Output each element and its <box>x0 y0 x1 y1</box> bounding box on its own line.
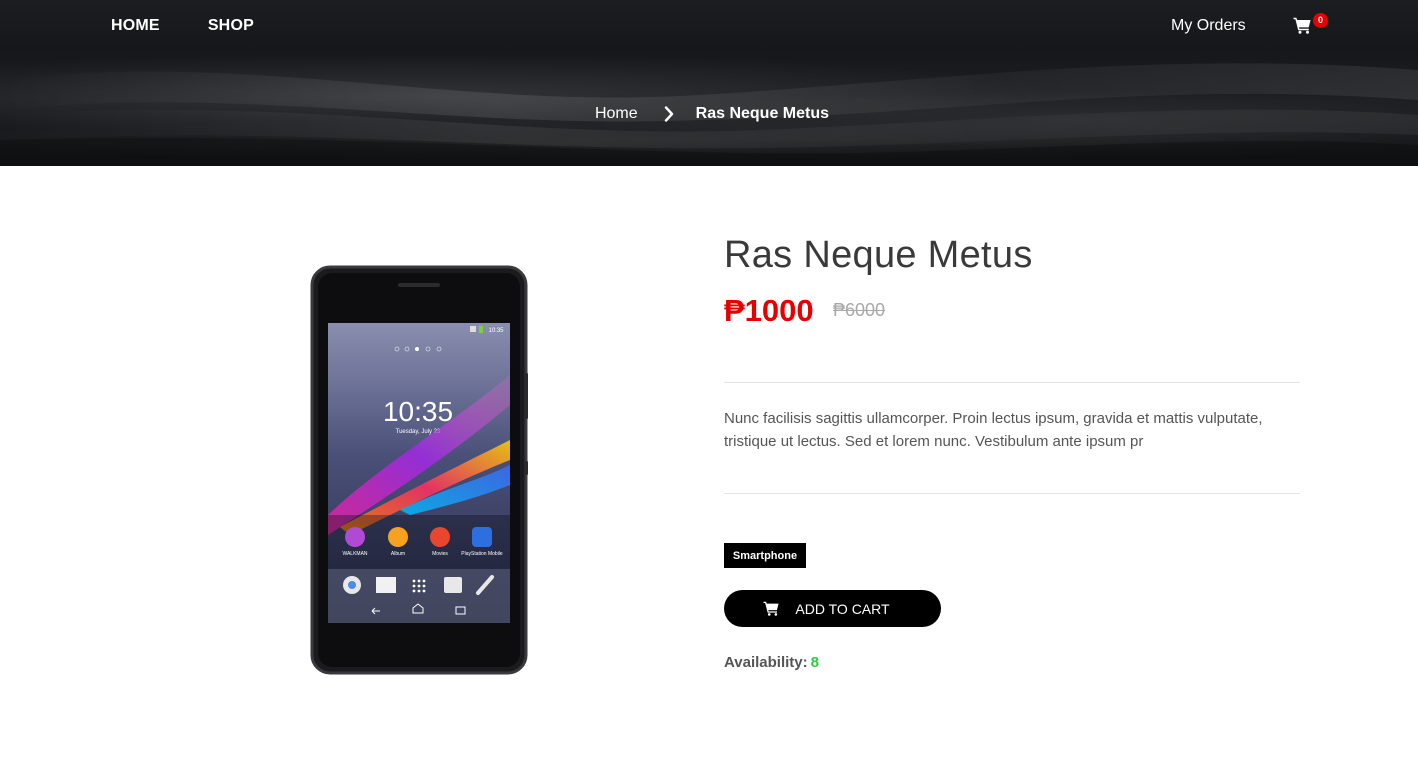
cart-count-badge: 0 <box>1313 13 1328 28</box>
divider-bottom <box>724 493 1300 494</box>
breadcrumb-current: Ras Neque Metus <box>695 105 830 122</box>
header-background-waves <box>0 63 1418 166</box>
availability: Availability: 8 <box>724 654 819 671</box>
svg-text:Album: Album <box>391 551 405 557</box>
current-price: ₱1000 <box>724 293 814 328</box>
breadcrumb: Home Ras Neque Metus <box>0 105 1418 123</box>
page-header: HOME SHOP My Orders 0 Home Ras Neque Met… <box>0 0 1418 166</box>
main-nav: HOME SHOP <box>111 17 254 35</box>
nav-shop-link[interactable]: SHOP <box>208 17 254 35</box>
my-orders-link[interactable]: My Orders <box>1171 17 1246 35</box>
nav-home-link[interactable]: HOME <box>111 17 160 35</box>
svg-text:10:35: 10:35 <box>488 328 504 334</box>
add-to-cart-label: ADD TO CART <box>795 600 890 617</box>
divider-top <box>724 382 1300 383</box>
cart-button[interactable]: 0 <box>1293 13 1329 39</box>
product-title: Ras Neque Metus <box>724 234 1033 276</box>
availability-label: Availability: <box>724 654 808 671</box>
breadcrumb-home-link[interactable]: Home <box>595 105 638 123</box>
svg-text:PlayStation Mobile: PlayStation Mobile <box>461 551 503 557</box>
add-to-cart-button[interactable]: ADD TO CART <box>724 590 941 627</box>
product-description: Nunc facilisis sagittis ullamcorper. Pro… <box>724 410 1263 450</box>
shopping-cart-icon <box>763 601 780 616</box>
availability-count: 8 <box>810 654 819 671</box>
original-price: ₱6000 <box>833 300 886 320</box>
svg-text:Movies: Movies <box>432 551 448 557</box>
svg-text:10:35: 10:35 <box>383 396 453 427</box>
category-tag[interactable]: Smartphone <box>724 543 806 568</box>
chevron-right-icon <box>664 106 674 122</box>
svg-text:WALKMAN: WALKMAN <box>342 551 367 557</box>
product-image: 10:35 10:35 Tuesday, July 23 WALKMAN Alb… <box>300 265 532 677</box>
shopping-cart-icon <box>1293 17 1311 34</box>
